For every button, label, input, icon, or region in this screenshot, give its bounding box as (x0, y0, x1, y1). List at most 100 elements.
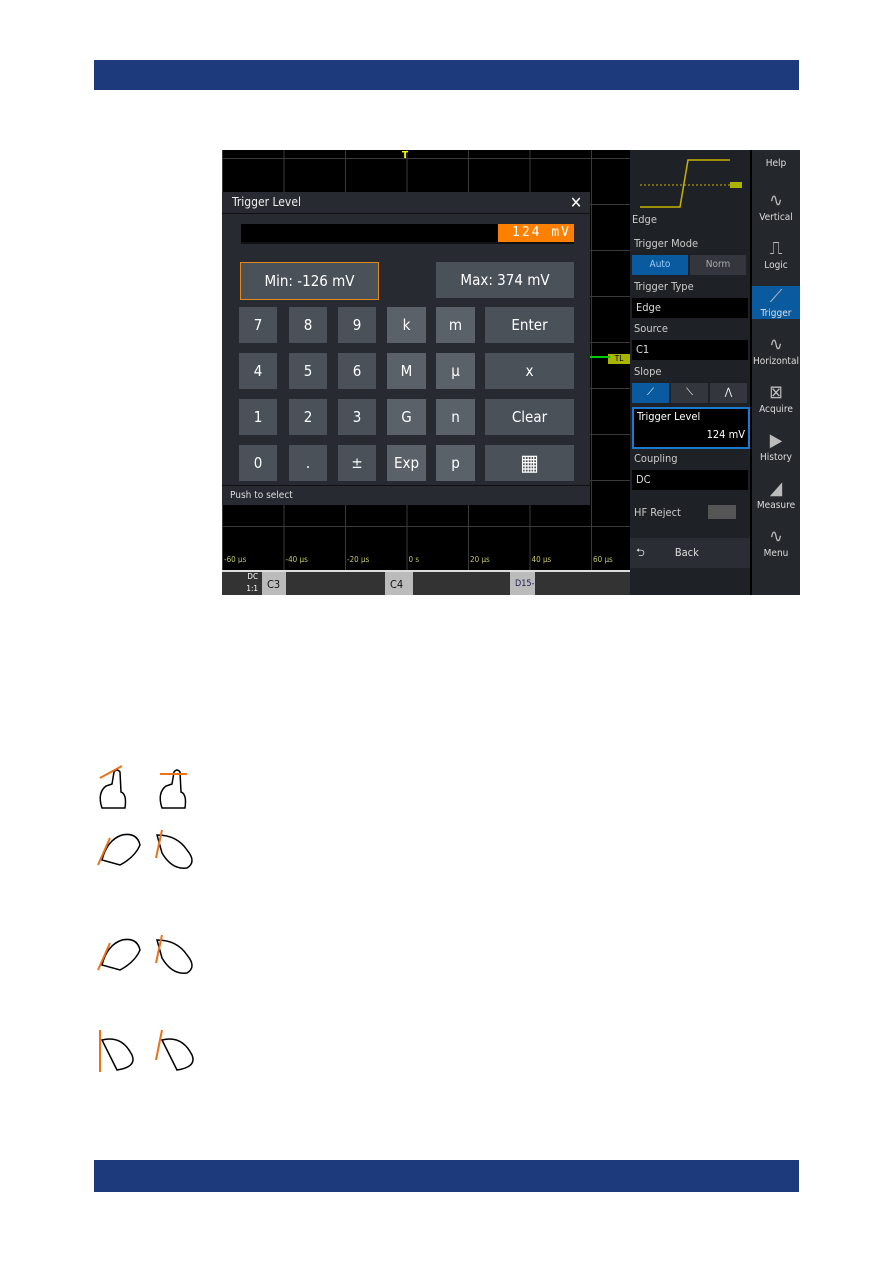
nav-label: Measure (756, 500, 796, 511)
hf-reject-toggle[interactable] (708, 505, 736, 519)
key-button[interactable]: k (387, 307, 426, 343)
key-button[interactable]: Enter (485, 307, 574, 343)
key-button[interactable]: p (436, 445, 475, 481)
mode-auto[interactable]: Auto (632, 255, 688, 275)
key-button[interactable]: 5 (289, 353, 327, 389)
key-button[interactable]: ± (338, 445, 376, 481)
nav-help[interactable]: Help (752, 158, 800, 169)
coupling-select[interactable]: DC (632, 470, 748, 490)
key-button[interactable]: 4 (239, 353, 277, 389)
ratio-text: 1:1 (246, 584, 258, 593)
vertical-icon: ∿ (769, 190, 783, 211)
key-button[interactable]: 9 (338, 307, 376, 343)
hand-scroll-icon (101, 938, 141, 971)
mode-norm[interactable]: Norm (690, 255, 746, 275)
nav-label: Horizontal (753, 356, 799, 367)
trigger-level-value: 124 mV (706, 428, 745, 441)
key-button[interactable]: 8 (289, 307, 327, 343)
value-input[interactable]: 124 mV (241, 224, 574, 244)
history-icon: ▶ (769, 430, 783, 451)
max-button[interactable]: Max: 374 mV (436, 262, 574, 298)
nav-horizontal[interactable]: ∿ Horizontal (752, 334, 800, 367)
trigger-level-label: Trigger Level (637, 410, 701, 423)
hint-text: Push to select (222, 485, 590, 506)
channel-d15-8[interactable]: D15-8 (510, 572, 535, 595)
key-button[interactable]: m (436, 307, 475, 343)
hand-drag-icon (156, 834, 193, 869)
trigger-panel: Edge Trigger Mode Auto Norm Trigger Type… (630, 150, 750, 595)
key-button[interactable]: x (485, 353, 574, 389)
acquire-icon: ⊠ (769, 382, 783, 403)
slope-falling[interactable]: ⟍ (671, 383, 708, 403)
logic-icon: ⎍ (769, 238, 783, 259)
time-tick-label: 0 s (408, 555, 420, 564)
trigger-level-dialog: Trigger Level ✕ 124 mV Min: -126 mV Max:… (222, 192, 590, 505)
nav-label: Vertical (759, 212, 793, 223)
edge-preview-icon (640, 159, 742, 208)
hand-scroll2-icon (156, 939, 193, 974)
key-button[interactable]: n (436, 399, 475, 435)
key-button[interactable]: Clear (485, 399, 574, 435)
trigger-icon: ⟋ (769, 286, 783, 307)
key-button[interactable]: Exp (387, 445, 426, 481)
key-button[interactable]: 7 (239, 307, 277, 343)
slope-either[interactable]: ⋀ (710, 383, 747, 403)
coupling-label: Coupling (634, 452, 678, 465)
nav-label: Help (765, 158, 787, 169)
key-button[interactable]: M (387, 353, 426, 389)
key-button[interactable]: 6 (338, 353, 376, 389)
key-button[interactable]: µ (436, 353, 475, 389)
nav-label: History (759, 452, 792, 463)
nav-logic[interactable]: ⎍ Logic (752, 238, 800, 271)
calculator-icon[interactable]: ▦ (485, 445, 574, 481)
trigger-mode-label: Trigger Mode (634, 237, 699, 250)
nav-acquire[interactable]: ⊠ Acquire (752, 382, 800, 415)
close-icon[interactable]: ✕ (570, 192, 582, 213)
nav-label: Trigger (760, 308, 792, 319)
key-button[interactable]: 3 (338, 399, 376, 435)
nav-label: Logic (764, 260, 788, 271)
channel-c4[interactable]: C4 (385, 572, 413, 595)
value-display: 124 mV (498, 224, 574, 242)
back-button[interactable]: ⮌ Back (630, 538, 750, 568)
time-tick-label: 60 µs (593, 555, 613, 564)
trigger-level-field[interactable]: Trigger Level 124 mV (632, 407, 750, 449)
source-label: Source (634, 322, 668, 335)
key-button[interactable]: 1 (239, 399, 277, 435)
nav-trigger[interactable]: ⟋ Trigger (752, 286, 800, 319)
oscilloscope-screenshot: T TL Trigger Level ✕ 124 mV Min: -126 mV… (222, 150, 800, 595)
side-nav: Help ∿ Vertical ⎍ Logic ⟋ Trigger ∿ Horizontal ⊠ A… (752, 150, 800, 595)
source-select[interactable]: C1 (632, 340, 748, 360)
min-button[interactable]: Min: -126 mV (240, 262, 379, 300)
nav-vertical[interactable]: ∿ Vertical (752, 190, 800, 223)
key-button[interactable]: 2 (289, 399, 327, 435)
preview-label: Edge (632, 213, 657, 226)
key-button[interactable]: G (387, 399, 426, 435)
nav-label: Acquire (759, 404, 793, 415)
manual-page: T TL Trigger Level ✕ 124 mV Min: -126 mV… (0, 0, 893, 1263)
trigger-type-select[interactable]: Edge (632, 298, 748, 318)
channel-bar: DC 1:1 C3 C4 D15-8 (222, 570, 630, 595)
nav-measure[interactable]: ◢ Measure (752, 478, 800, 511)
trigger-level-marker: TL (608, 354, 630, 364)
dialog-title: Trigger Level (222, 192, 590, 214)
key-button[interactable]: . (289, 445, 327, 481)
time-tick-label: 40 µs (531, 555, 552, 564)
nav-history[interactable]: ▶ History (752, 430, 800, 463)
key-button[interactable]: 0 (239, 445, 277, 481)
trace-segment (590, 356, 610, 358)
slope-label: Slope (634, 365, 662, 378)
channel-c3[interactable]: C3 (262, 572, 286, 595)
slope-rising[interactable]: ⟋ (632, 383, 669, 403)
time-tick-label: -20 µs (347, 555, 370, 564)
trigger-marker: T (402, 150, 409, 161)
nav-label: Menu (763, 548, 789, 559)
horizontal-icon: ∿ (769, 334, 783, 355)
gesture-icons (97, 765, 194, 1072)
hand-spread-icon (160, 1038, 194, 1071)
time-tick-label: -40 µs (285, 555, 308, 564)
header-bar (94, 60, 799, 90)
time-tick-label: 20 µs (470, 555, 490, 564)
hf-reject-label: HF Reject (634, 506, 681, 519)
nav-menu[interactable]: ∿ Menu (752, 526, 800, 559)
